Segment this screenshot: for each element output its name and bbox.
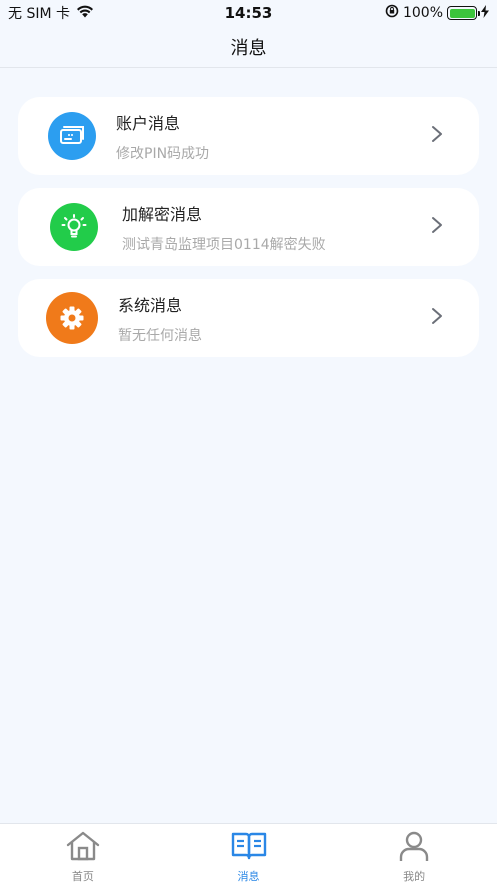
message-title: 账户消息 (116, 113, 181, 133)
lightbulb-icon (50, 203, 98, 251)
home-icon (65, 830, 101, 866)
message-item-system[interactable]: 系统消息 暂无任何消息 (18, 279, 479, 357)
chevron-right-icon (431, 216, 443, 238)
chevron-right-icon (431, 307, 443, 329)
user-icon (396, 830, 432, 866)
message-item-crypto[interactable]: 加解密消息 测试青岛监理项目0114解密失败 (18, 188, 479, 266)
rotation-lock-icon (385, 4, 399, 22)
account-card-icon (48, 112, 96, 160)
page-title: 消息 (230, 37, 267, 59)
status-time: 14:53 (224, 4, 273, 22)
status-bar: 无 SIM 卡 14:53 100% (0, 0, 497, 26)
message-subtitle: 暂无任何消息 (118, 327, 202, 344)
message-subtitle: 测试青岛监理项目0114解密失败 (122, 236, 326, 253)
tab-bar: 首页 消息 我的 (0, 823, 497, 883)
battery-icon (447, 6, 480, 20)
book-icon (231, 830, 267, 866)
tab-label: 首页 (71, 870, 94, 883)
message-list: 账户消息 修改PIN码成功 加解密消息 测试青岛监理项目0114解密失败 系统消… (18, 97, 479, 370)
tab-messages[interactable]: 消息 (166, 824, 332, 883)
message-subtitle: 修改PIN码成功 (116, 145, 210, 162)
message-item-account[interactable]: 账户消息 修改PIN码成功 (18, 97, 479, 175)
tab-label: 我的 (403, 870, 426, 883)
gear-icon (46, 292, 98, 344)
chevron-right-icon (431, 125, 443, 147)
charging-icon (481, 4, 489, 22)
battery-percent: 100% (402, 5, 443, 21)
carrier-label: 无 SIM 卡 (8, 6, 70, 22)
message-title: 系统消息 (118, 295, 183, 315)
tab-label: 消息 (237, 870, 260, 883)
wifi-icon (76, 5, 94, 22)
nav-bar: 消息 (0, 26, 497, 68)
message-title: 加解密消息 (122, 204, 203, 224)
battery-fill (449, 8, 475, 18)
tab-profile[interactable]: 我的 (331, 824, 497, 883)
tab-home[interactable]: 首页 (0, 824, 166, 883)
